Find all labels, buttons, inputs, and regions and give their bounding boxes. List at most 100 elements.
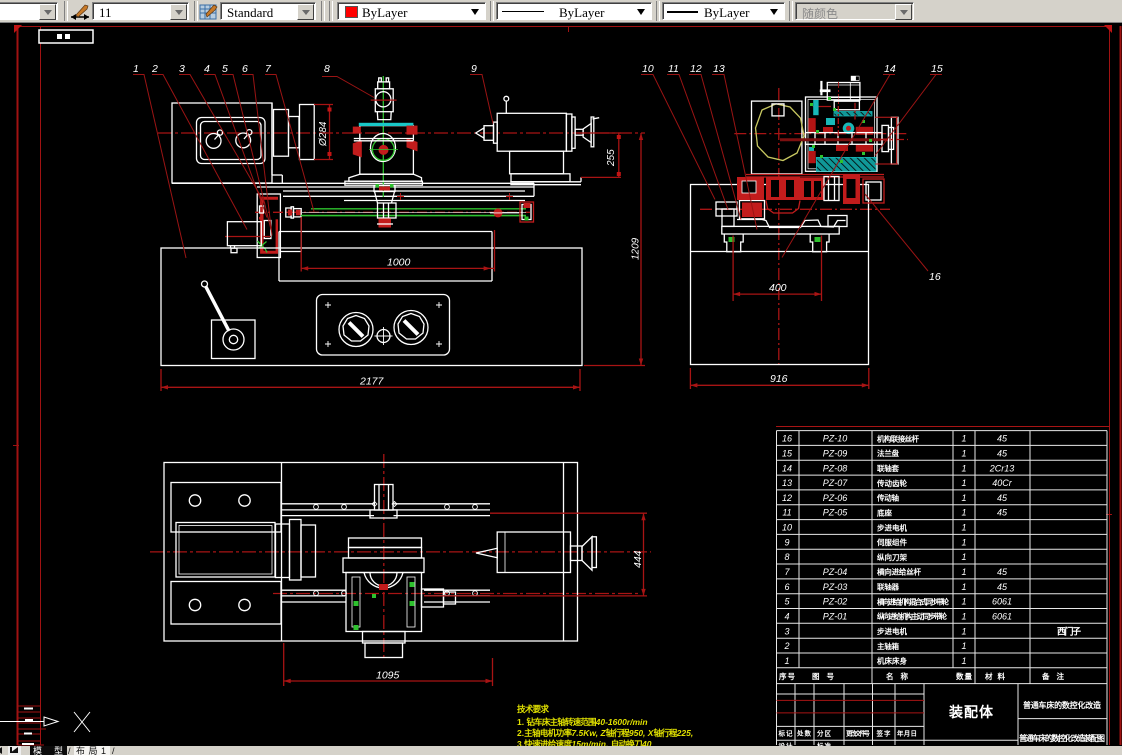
svg-text:技术要求: 技术要求 — [517, 704, 549, 714]
svg-text:8: 8 — [324, 63, 330, 75]
svg-text:PZ-10: PZ-10 — [823, 434, 848, 444]
svg-text:标记: 标记 — [778, 729, 794, 738]
svg-text:名称: 名称 — [886, 671, 928, 681]
svg-text:装配体: 装配体 — [948, 704, 994, 720]
svg-text:14: 14 — [884, 63, 896, 75]
svg-text:45: 45 — [997, 582, 1008, 592]
svg-text:处数: 处数 — [796, 729, 812, 738]
svg-text:45: 45 — [997, 508, 1008, 518]
svg-text:1000: 1000 — [387, 257, 411, 269]
svg-text:444: 444 — [632, 550, 644, 568]
svg-text:1: 1 — [961, 508, 966, 518]
svg-text:9: 9 — [471, 63, 477, 75]
svg-text:序号: 序号 — [779, 671, 796, 681]
svg-text:1095: 1095 — [376, 670, 400, 682]
svg-text:1: 1 — [961, 478, 966, 488]
svg-text:传动齿轮: 传动齿轮 — [876, 478, 908, 488]
svg-text:PZ-05: PZ-05 — [823, 508, 849, 518]
svg-text:9: 9 — [784, 537, 789, 547]
svg-text:3: 3 — [179, 63, 185, 75]
svg-text:布局1: 布局1 — [76, 746, 106, 755]
svg-text:年月日: 年月日 — [897, 729, 917, 738]
svg-text:1: 1 — [961, 463, 966, 473]
svg-text:签字: 签字 — [876, 729, 892, 738]
svg-text:1: 1 — [133, 63, 139, 75]
svg-text:15: 15 — [931, 63, 943, 75]
svg-text:12: 12 — [690, 63, 702, 75]
svg-text:6: 6 — [784, 582, 789, 592]
svg-text:备注: 备注 — [1041, 671, 1084, 681]
svg-text:14: 14 — [782, 463, 792, 473]
svg-text:10: 10 — [782, 523, 792, 533]
svg-text:1: 1 — [961, 626, 966, 636]
svg-text:6: 6 — [242, 63, 248, 75]
svg-text:16: 16 — [782, 434, 792, 444]
svg-text:图号: 图号 — [812, 672, 852, 681]
svg-text:1: 1 — [961, 582, 966, 592]
svg-text:255: 255 — [606, 149, 617, 167]
svg-text:西门子: 西门子 — [1057, 625, 1081, 636]
svg-text:2: 2 — [783, 641, 789, 651]
svg-text:/: / — [112, 746, 115, 755]
svg-text:4: 4 — [204, 63, 210, 75]
svg-text:PZ-06: PZ-06 — [823, 493, 848, 503]
svg-text:普通车床的数控化改造: 普通车床的数控化改造 — [1023, 700, 1101, 710]
svg-text:45: 45 — [997, 434, 1008, 444]
svg-text:1: 1 — [961, 448, 966, 458]
svg-text:横向进给丝杆: 横向进给丝杆 — [877, 567, 922, 577]
svg-text:更改文件号: 更改文件号 — [846, 729, 871, 738]
svg-text:11: 11 — [782, 508, 791, 518]
svg-text:1: 1 — [961, 597, 966, 607]
svg-text:步进电机: 步进电机 — [877, 626, 908, 636]
svg-text:1: 1 — [961, 523, 966, 533]
svg-text:传动轴: 传动轴 — [876, 493, 900, 503]
svg-text:45: 45 — [997, 567, 1008, 577]
svg-text:普通车床的数控化改造装配图: 普通车床的数控化改造装配图 — [1019, 733, 1105, 743]
svg-text:11: 11 — [668, 63, 679, 75]
svg-text:5: 5 — [222, 63, 228, 75]
svg-text:PZ-09: PZ-09 — [823, 448, 848, 458]
svg-text:1. 钻车床主轴转速范围40-1600r/min: 1. 钻车床主轴转速范围40-1600r/min — [517, 717, 648, 727]
svg-text:6061: 6061 — [992, 597, 1012, 607]
svg-text:1: 1 — [961, 493, 966, 503]
svg-text:底座: 底座 — [877, 507, 893, 517]
svg-text:分区: 分区 — [817, 729, 832, 738]
svg-text:纵向刀架: 纵向刀架 — [877, 552, 908, 562]
svg-text:3: 3 — [784, 626, 789, 636]
svg-text:Ø284: Ø284 — [318, 121, 329, 147]
svg-text:步进电机: 步进电机 — [877, 522, 908, 532]
svg-text:横向进给机构混合式同步带轮: 横向进给机构混合式同步带轮 — [877, 596, 950, 606]
svg-text:PZ-03: PZ-03 — [823, 582, 848, 592]
svg-text:45: 45 — [997, 448, 1008, 458]
svg-text:机床床身: 机床床身 — [877, 656, 908, 666]
svg-text:PZ-02: PZ-02 — [823, 597, 848, 607]
svg-text:2177: 2177 — [359, 376, 385, 388]
svg-text:15: 15 — [782, 448, 793, 458]
svg-text:伺服组件: 伺服组件 — [876, 537, 908, 547]
svg-text:10: 10 — [642, 63, 654, 75]
svg-text:PZ-01: PZ-01 — [823, 612, 848, 622]
svg-text:材料: 材料 — [985, 671, 1021, 681]
svg-text:1: 1 — [961, 612, 966, 622]
svg-text:8: 8 — [784, 552, 789, 562]
svg-text:13: 13 — [713, 63, 725, 75]
svg-text:数量: 数量 — [956, 671, 973, 681]
svg-text:联轴器: 联轴器 — [877, 582, 900, 592]
svg-text:1209: 1209 — [631, 237, 642, 260]
svg-text:1: 1 — [961, 552, 966, 562]
svg-text:机构联接丝杆: 机构联接丝杆 — [877, 433, 920, 443]
svg-text:法兰盘: 法兰盘 — [877, 448, 900, 458]
svg-text:2: 2 — [151, 63, 158, 75]
svg-text:2.主轴电机功率7.5Kw, Z轴行程950, X轴行程22: 2.主轴电机功率7.5Kw, Z轴行程950, X轴行程225, — [517, 728, 693, 738]
svg-text:PZ-07: PZ-07 — [823, 478, 849, 488]
svg-text:联轴套: 联轴套 — [877, 463, 900, 473]
svg-text:2Cr13: 2Cr13 — [989, 463, 1015, 473]
svg-text:1: 1 — [784, 656, 789, 666]
svg-text:12: 12 — [782, 493, 792, 503]
svg-text:/: / — [68, 746, 71, 755]
svg-text:1: 1 — [961, 537, 966, 547]
svg-text:PZ-08: PZ-08 — [823, 463, 848, 473]
svg-text:纵向进给机构主动同步带轮: 纵向进给机构主动同步带轮 — [877, 611, 948, 621]
svg-text:主轴箱: 主轴箱 — [877, 641, 900, 651]
svg-text:1: 1 — [961, 641, 966, 651]
